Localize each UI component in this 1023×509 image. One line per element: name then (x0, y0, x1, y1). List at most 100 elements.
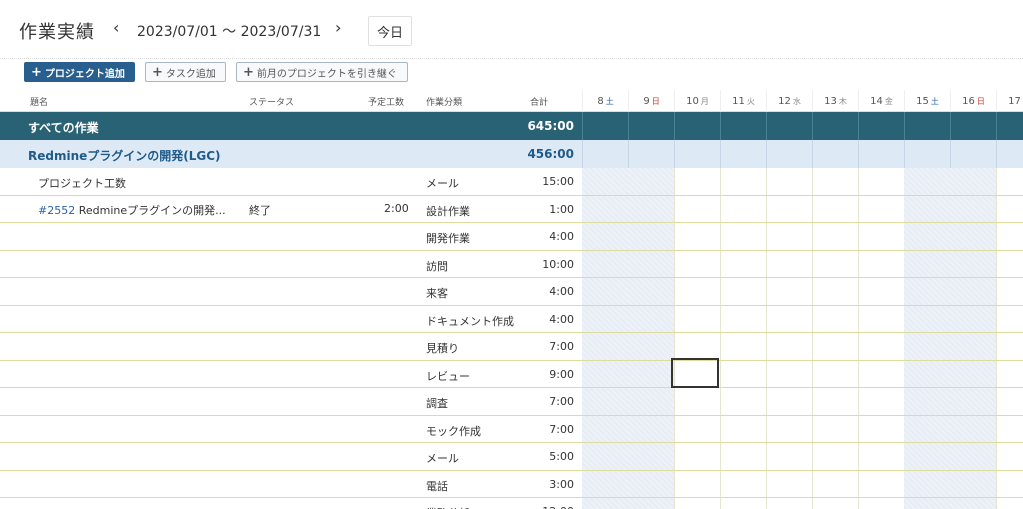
day-cell[interactable] (812, 360, 858, 387)
day-cell[interactable] (628, 333, 674, 360)
day-cell[interactable] (858, 112, 904, 140)
day-cell[interactable] (904, 250, 950, 277)
selected-cell[interactable] (671, 358, 719, 388)
day-cell[interactable] (766, 333, 812, 360)
day-cell[interactable] (812, 498, 858, 509)
day-cell[interactable] (720, 250, 766, 277)
day-cell[interactable] (582, 305, 628, 332)
day-cell[interactable] (950, 305, 996, 332)
day-cell[interactable] (766, 388, 812, 415)
day-cell[interactable] (720, 278, 766, 305)
day-cell[interactable] (858, 415, 904, 442)
day-cell[interactable] (720, 498, 766, 509)
day-cell[interactable] (766, 415, 812, 442)
day-cell[interactable] (674, 278, 720, 305)
day-cell[interactable] (950, 112, 996, 140)
day-cell[interactable] (674, 112, 720, 140)
day-cell[interactable] (950, 250, 996, 277)
day-cell[interactable] (720, 195, 766, 222)
day-cell[interactable] (674, 168, 720, 195)
day-cell[interactable] (582, 415, 628, 442)
day-cell[interactable] (674, 470, 720, 497)
day-cell[interactable] (858, 388, 904, 415)
day-cell[interactable] (996, 278, 1023, 305)
day-cell[interactable] (996, 195, 1023, 222)
day-cell[interactable] (812, 443, 858, 470)
day-cell[interactable] (674, 140, 720, 168)
day-cell[interactable] (720, 333, 766, 360)
day-cell[interactable] (950, 140, 996, 168)
day-cell[interactable] (628, 278, 674, 305)
day-cell[interactable] (720, 140, 766, 168)
day-cell[interactable] (858, 195, 904, 222)
day-cell[interactable] (996, 168, 1023, 195)
day-cell[interactable] (950, 168, 996, 195)
day-cell[interactable] (674, 223, 720, 250)
task-row-label[interactable]: #2552 Redmineプラグインの開発... (38, 202, 226, 218)
day-cell[interactable] (720, 305, 766, 332)
day-cell[interactable] (950, 278, 996, 305)
day-cell[interactable] (582, 333, 628, 360)
day-cell[interactable] (996, 140, 1023, 168)
day-cell[interactable] (674, 415, 720, 442)
day-cell[interactable] (950, 360, 996, 387)
day-cell[interactable] (582, 443, 628, 470)
day-cell[interactable] (858, 470, 904, 497)
day-cell[interactable] (858, 305, 904, 332)
day-cell[interactable] (904, 333, 950, 360)
day-cell[interactable] (858, 278, 904, 305)
day-cell[interactable] (628, 223, 674, 250)
day-cell[interactable] (720, 470, 766, 497)
day-cell[interactable] (996, 112, 1023, 140)
day-cell[interactable] (904, 223, 950, 250)
day-cell[interactable] (582, 278, 628, 305)
day-cell[interactable] (674, 443, 720, 470)
day-cell[interactable] (628, 195, 674, 222)
day-cell[interactable] (582, 498, 628, 509)
day-cell[interactable] (904, 388, 950, 415)
day-cell[interactable] (858, 333, 904, 360)
day-cell[interactable] (582, 223, 628, 250)
day-cell[interactable] (996, 415, 1023, 442)
day-cell[interactable] (582, 195, 628, 222)
day-cell[interactable] (812, 195, 858, 222)
day-cell[interactable] (812, 250, 858, 277)
day-cell[interactable] (904, 470, 950, 497)
day-cell[interactable] (628, 360, 674, 387)
day-cell[interactable] (766, 140, 812, 168)
day-cell[interactable] (674, 333, 720, 360)
day-cell[interactable] (582, 112, 628, 140)
day-cell[interactable] (904, 498, 950, 509)
day-cell[interactable] (628, 498, 674, 509)
day-cell[interactable] (720, 223, 766, 250)
day-cell[interactable] (904, 443, 950, 470)
day-cell[interactable] (628, 305, 674, 332)
day-cell[interactable] (996, 250, 1023, 277)
day-cell[interactable] (950, 195, 996, 222)
day-cell[interactable] (628, 470, 674, 497)
day-cell[interactable] (812, 305, 858, 332)
day-cell[interactable] (858, 360, 904, 387)
day-cell[interactable] (858, 223, 904, 250)
day-cell[interactable] (904, 195, 950, 222)
all-tasks-row[interactable]: すべての作業 645:00 (0, 112, 1023, 140)
day-cell[interactable] (582, 470, 628, 497)
day-cell[interactable] (720, 168, 766, 195)
day-cell[interactable] (812, 333, 858, 360)
day-cell[interactable] (812, 140, 858, 168)
day-cell[interactable] (766, 360, 812, 387)
day-cell[interactable] (766, 168, 812, 195)
day-cell[interactable] (950, 333, 996, 360)
day-cell[interactable] (674, 195, 720, 222)
day-cell[interactable] (812, 112, 858, 140)
day-cell[interactable] (628, 443, 674, 470)
day-cell[interactable] (812, 168, 858, 195)
day-cell[interactable] (766, 112, 812, 140)
day-cell[interactable] (720, 443, 766, 470)
day-cell[interactable] (904, 140, 950, 168)
day-cell[interactable] (628, 112, 674, 140)
day-cell[interactable] (720, 360, 766, 387)
day-cell[interactable] (766, 250, 812, 277)
carry-over-button[interactable]: + 前月のプロジェクトを引き継ぐ (236, 62, 408, 82)
day-cell[interactable] (720, 112, 766, 140)
